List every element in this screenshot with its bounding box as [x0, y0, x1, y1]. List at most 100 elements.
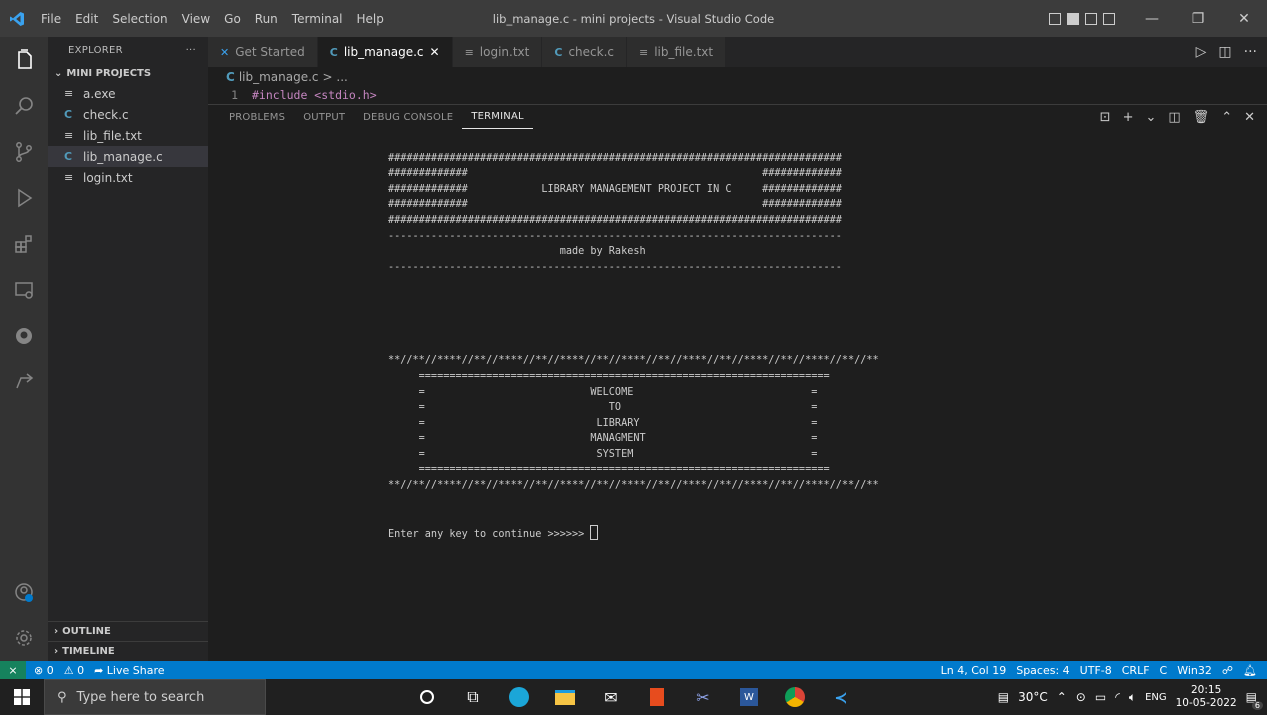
wifi-icon[interactable]: ◜ — [1115, 690, 1120, 704]
terminal-output[interactable]: ########################################… — [388, 135, 879, 542]
minimize-icon[interactable]: — — [1129, 0, 1175, 37]
menu-terminal[interactable]: Terminal — [285, 12, 350, 26]
chrome-icon[interactable] — [772, 679, 818, 715]
clock[interactable]: 20:15 10-05-2022 — [1176, 684, 1237, 710]
indentation[interactable]: Spaces: 4 — [1016, 664, 1069, 677]
battery-icon[interactable]: ▭ — [1095, 690, 1106, 704]
edge-icon[interactable] — [496, 679, 542, 715]
menu-help[interactable]: Help — [350, 12, 391, 26]
trash-icon[interactable]: 🗑 — [1193, 110, 1210, 125]
timeline-section[interactable]: › TIMELINE — [48, 641, 208, 661]
github-icon[interactable] — [0, 313, 48, 359]
terminal-line: ----------------------------------------… — [388, 261, 842, 273]
encoding[interactable]: UTF-8 — [1080, 664, 1112, 677]
tab-terminal[interactable]: TERMINAL — [462, 105, 533, 129]
breadcrumb-rest[interactable]: > ... — [323, 70, 348, 84]
tab-get-started[interactable]: ✕ Get Started — [208, 37, 318, 67]
chevron-down-icon[interactable]: ⌄ — [1145, 110, 1156, 125]
accounts-icon[interactable] — [0, 569, 48, 615]
remote-indicator-icon[interactable]: ⨯ — [0, 661, 26, 679]
file-item-selected[interactable]: C lib_manage.c — [48, 146, 208, 167]
menu-file[interactable]: File — [34, 12, 68, 26]
settings-gear-icon[interactable] — [0, 615, 48, 661]
file-item[interactable]: ≡ lib_file.txt — [48, 125, 208, 146]
live-share-button[interactable]: ➦ Live Share — [94, 664, 164, 677]
remote-explorer-icon[interactable] — [0, 267, 48, 313]
live-share-icon[interactable] — [0, 359, 48, 405]
feedback-icon[interactable]: ☍ — [1222, 664, 1233, 677]
weather-icon[interactable]: ▤ — [998, 690, 1009, 704]
language-indicator[interactable]: ENG — [1145, 692, 1167, 703]
tab-check[interactable]: C check.c — [542, 37, 627, 67]
meet-now-icon[interactable]: ⊙ — [1076, 690, 1086, 704]
file-item[interactable]: ≡ a.exe — [48, 83, 208, 104]
end-of-line[interactable]: CRLF — [1122, 664, 1150, 677]
maximize-panel-icon[interactable]: ⌃ — [1221, 110, 1232, 125]
cortana-icon[interactable] — [404, 679, 450, 715]
file-explorer-icon[interactable] — [542, 679, 588, 715]
new-terminal-icon[interactable]: + — [1123, 110, 1134, 125]
warnings-count[interactable]: ⚠ 0 — [64, 664, 84, 677]
temperature[interactable]: 30°C — [1018, 690, 1048, 704]
office-icon[interactable] — [634, 679, 680, 715]
errors-count[interactable]: ⊗ 0 — [34, 664, 54, 677]
outline-section[interactable]: › OUTLINE — [48, 621, 208, 641]
tab-label: lib_file.txt — [654, 45, 714, 59]
menu-edit[interactable]: Edit — [68, 12, 105, 26]
run-debug-icon[interactable] — [0, 175, 48, 221]
close-tab-icon[interactable]: ✕ — [430, 45, 440, 59]
tab-label: check.c — [568, 45, 614, 59]
toggle-secondary-sidebar-icon[interactable] — [1085, 12, 1097, 25]
customize-layout-icon[interactable] — [1103, 12, 1115, 25]
mail-icon[interactable]: ✉ — [588, 679, 634, 715]
snip-tool-icon[interactable]: ✂ — [680, 679, 726, 715]
toggle-panel-icon[interactable] — [1067, 12, 1079, 25]
toggle-sidebar-icon[interactable] — [1049, 12, 1061, 25]
chevron-up-icon[interactable]: ⌃ — [1057, 690, 1067, 704]
breadcrumb-file[interactable]: lib_manage.c — [239, 70, 319, 84]
file-item[interactable]: ≡ login.txt — [48, 167, 208, 188]
search-icon[interactable] — [0, 83, 48, 129]
notification-center-icon[interactable]: ▤ 6 — [1246, 690, 1263, 710]
menu-run[interactable]: Run — [248, 12, 285, 26]
tab-debug-console[interactable]: DEBUG CONSOLE — [354, 105, 462, 129]
task-view-icon[interactable]: ⧉ — [450, 679, 496, 715]
notifications-icon[interactable]: 🔔︎ — [1243, 664, 1257, 677]
extensions-icon[interactable] — [0, 221, 48, 267]
terminal-shell-icon[interactable]: ⊡ — [1100, 110, 1111, 125]
tab-login[interactable]: ≡ login.txt — [452, 37, 543, 67]
restore-icon[interactable]: ❐ — [1175, 0, 1221, 37]
tab-problems[interactable]: PROBLEMS — [220, 105, 294, 129]
cursor-position[interactable]: Ln 4, Col 19 — [941, 664, 1007, 677]
file-item[interactable]: C check.c — [48, 104, 208, 125]
status-bar: ⨯ ⊗ 0 ⚠ 0 ➦ Live Share Ln 4, Col 19 Spac… — [0, 661, 1267, 679]
word-icon[interactable]: W — [726, 679, 772, 715]
run-icon[interactable]: ▷ — [1196, 44, 1207, 60]
tab-output[interactable]: OUTPUT — [294, 105, 354, 129]
windows-start-icon[interactable] — [0, 679, 44, 715]
close-window-icon[interactable]: ✕ — [1221, 0, 1267, 37]
platform[interactable]: Win32 — [1177, 664, 1212, 677]
menu-selection[interactable]: Selection — [105, 12, 174, 26]
live-share-label: Live Share — [106, 663, 165, 677]
volume-icon[interactable]: 🔈︎ — [1129, 690, 1136, 705]
folder-mini-projects[interactable]: ⌄ MINI PROJECTS — [48, 63, 208, 83]
taskbar-search-box[interactable]: ⚲ Type here to search — [44, 679, 266, 715]
close-panel-icon[interactable]: ✕ — [1244, 110, 1255, 125]
menu-go[interactable]: Go — [217, 12, 248, 26]
more-actions-icon[interactable]: ··· — [186, 45, 196, 56]
split-editor-icon[interactable]: ◫ — [1218, 44, 1231, 60]
source-control-icon[interactable] — [0, 129, 48, 175]
tab-lib-file[interactable]: ≡ lib_file.txt — [626, 37, 727, 67]
terminal-line: made by Rakesh — [388, 246, 646, 258]
language-mode[interactable]: C — [1160, 664, 1168, 677]
more-actions-icon[interactable]: ··· — [1244, 44, 1257, 60]
explorer-title: EXPLORER — [68, 44, 123, 56]
split-terminal-icon[interactable]: ◫ — [1168, 110, 1180, 125]
code-line[interactable]: 1 #include <stdio.h> — [208, 87, 1267, 103]
c-file-icon: C — [329, 45, 338, 59]
tab-lib-manage[interactable]: C lib_manage.c ✕ — [317, 37, 453, 67]
vscode-taskbar-icon[interactable]: ≺ — [818, 679, 864, 715]
menu-view[interactable]: View — [175, 12, 217, 26]
explorer-icon[interactable] — [0, 37, 48, 83]
